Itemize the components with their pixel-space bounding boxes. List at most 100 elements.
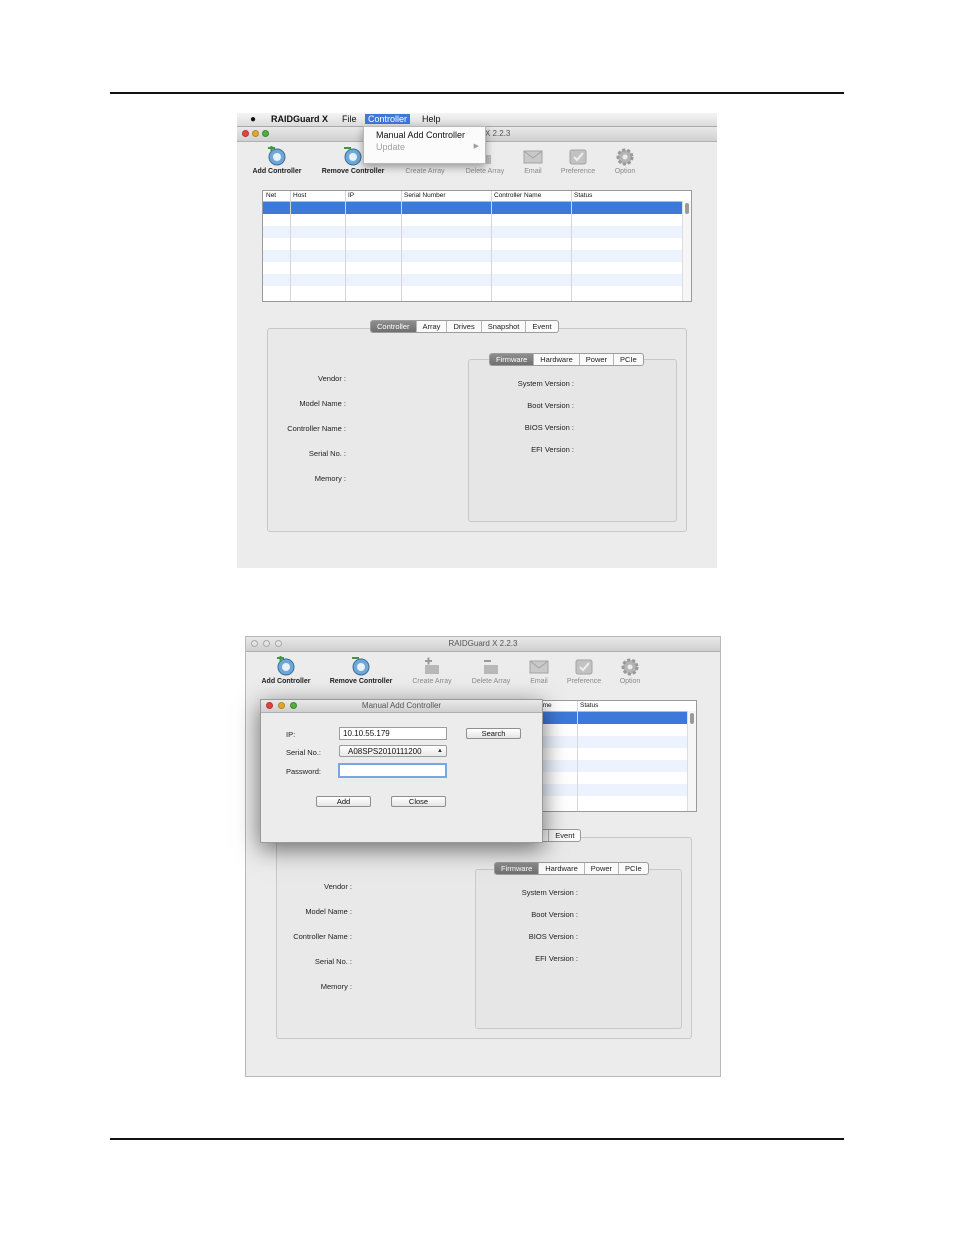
ip-label: IP: — [286, 730, 296, 739]
remove-controller-button[interactable]: Remove Controller — [325, 656, 397, 685]
create-array-icon — [425, 657, 439, 674]
menu-item-manual-add-controller[interactable]: Manual Add Controller — [376, 130, 465, 140]
add-controller-button[interactable]: Add Controller — [241, 146, 313, 175]
minimize-window-button[interactable] — [252, 130, 259, 137]
model-name-label: Model Name : — [305, 907, 352, 916]
menu-controller[interactable]: Controller — [365, 114, 411, 124]
tab-firmware[interactable]: Firmware — [495, 863, 539, 874]
zoom-window-button[interactable] — [275, 640, 282, 647]
email-icon — [529, 660, 549, 674]
tab-pcie[interactable]: PCIe — [613, 354, 643, 365]
delete-array-icon — [484, 660, 498, 674]
tab-event[interactable]: Event — [525, 321, 557, 332]
add-controller-label: Add Controller — [261, 678, 311, 685]
remove-controller-label: Remove Controller — [329, 678, 393, 685]
zoom-window-button[interactable] — [262, 130, 269, 137]
col-serial-number[interactable]: Serial Number — [404, 192, 446, 199]
search-button[interactable]: Search — [466, 728, 521, 739]
apple-icon[interactable]: ● — [250, 114, 256, 125]
system-version-label: System Version : — [521, 888, 578, 897]
preference-icon — [575, 659, 593, 675]
bios-version-label: BIOS Version : — [524, 423, 574, 432]
col-status[interactable]: Status — [580, 702, 598, 709]
table-row[interactable] — [263, 274, 683, 286]
table-row[interactable] — [263, 226, 683, 238]
menu-help[interactable]: Help — [422, 114, 441, 124]
remove-controller-icon — [344, 147, 362, 166]
option-button[interactable]: Option — [594, 656, 666, 685]
column-divider — [491, 191, 492, 301]
tab-drives[interactable]: Drives — [446, 321, 480, 332]
minimize-window-button[interactable] — [263, 640, 270, 647]
add-controller-button[interactable]: Add Controller — [250, 656, 322, 685]
scrollbar-thumb[interactable] — [690, 713, 694, 724]
table-row[interactable] — [263, 202, 683, 214]
efi-version-label: EFI Version : — [531, 445, 574, 454]
email-icon — [523, 150, 543, 164]
tab-controller[interactable]: Controller — [371, 321, 416, 332]
tab-array[interactable]: Array — [415, 321, 447, 332]
table-row[interactable] — [263, 286, 683, 298]
tab-power[interactable]: Power — [578, 354, 613, 365]
table-scrollbar[interactable] — [682, 201, 691, 301]
screenshot-menu: X 2.2.3 Add Controller Remove Controller… — [237, 113, 717, 568]
dialog-minimize-button[interactable] — [278, 702, 285, 709]
close-window-button[interactable] — [242, 130, 249, 137]
column-divider — [290, 191, 291, 301]
tab-event[interactable]: Event — [548, 830, 580, 841]
serial-no-label: Serial No.: — [286, 748, 322, 757]
table-row[interactable] — [263, 262, 683, 274]
table-scrollbar[interactable] — [687, 711, 696, 811]
tab-power[interactable]: Power — [583, 863, 618, 874]
column-divider — [571, 191, 572, 301]
memory-label: Memory : — [320, 982, 352, 991]
boot-version-label: Boot Version : — [531, 910, 578, 919]
add-controller-icon — [268, 146, 286, 166]
col-ip[interactable]: IP — [348, 192, 354, 199]
option-label: Option — [619, 678, 641, 685]
close-window-button[interactable] — [251, 640, 258, 647]
col-net[interactable]: Net — [266, 192, 276, 199]
table-row[interactable] — [263, 250, 683, 262]
sub-tab-bar: Firmware Hardware Power PCIe — [489, 353, 644, 366]
serial-no-label: Serial No. : — [314, 957, 352, 966]
tab-snapshot[interactable]: Snapshot — [480, 321, 526, 332]
col-controller-name[interactable]: Controller Name — [494, 192, 541, 199]
vendor-label: Vendor : — [324, 882, 352, 891]
password-label: Password: — [286, 767, 322, 776]
dialog-close-button[interactable] — [266, 702, 273, 709]
menu-item-update[interactable]: Update — [376, 142, 405, 152]
memory-label: Memory : — [314, 474, 346, 483]
dialog-zoom-button[interactable] — [290, 702, 297, 709]
main-window: X 2.2.3 Add Controller Remove Controller… — [237, 127, 717, 568]
firmware-panel-2 — [475, 869, 682, 1029]
option-button[interactable]: Option — [589, 146, 661, 175]
col-host[interactable]: Host — [293, 192, 306, 199]
tab-hardware[interactable]: Hardware — [538, 863, 584, 874]
manual-add-controller-dialog: Manual Add Controller IP: Search Serial … — [260, 699, 543, 843]
add-button[interactable]: Add — [316, 796, 371, 807]
col-status[interactable]: Status — [574, 192, 592, 199]
ip-input[interactable] — [339, 727, 447, 740]
table-row[interactable] — [263, 214, 683, 226]
app-menu[interactable]: RAIDGuard X — [271, 114, 328, 124]
option-label: Option — [614, 168, 636, 175]
preference-icon — [569, 149, 587, 165]
tab-pcie[interactable]: PCIe — [618, 863, 648, 874]
tab-hardware[interactable]: Hardware — [533, 354, 579, 365]
password-input[interactable] — [338, 763, 447, 778]
window-titlebar-2: RAIDGuard X 2.2.3 — [246, 637, 720, 652]
tab-firmware[interactable]: Firmware — [490, 354, 534, 365]
scrollbar-thumb[interactable] — [685, 203, 689, 214]
menu-bar: ● RAIDGuard X File Controller Help — [237, 113, 717, 127]
close-button[interactable]: Close — [391, 796, 446, 807]
vendor-label: Vendor : — [318, 374, 346, 383]
serial-no-select[interactable]: A08SPS2010111200 ▲ — [339, 745, 447, 757]
gear-icon — [621, 658, 639, 676]
menu-file[interactable]: File — [342, 114, 357, 124]
efi-version-label: EFI Version : — [535, 954, 578, 963]
stepper-arrows-icon: ▲ — [437, 748, 443, 754]
controller-table[interactable]: Net Host IP Serial Number Controller Nam… — [262, 190, 692, 302]
table-row[interactable] — [263, 238, 683, 250]
submenu-arrow-icon: ▶ — [473, 143, 479, 150]
